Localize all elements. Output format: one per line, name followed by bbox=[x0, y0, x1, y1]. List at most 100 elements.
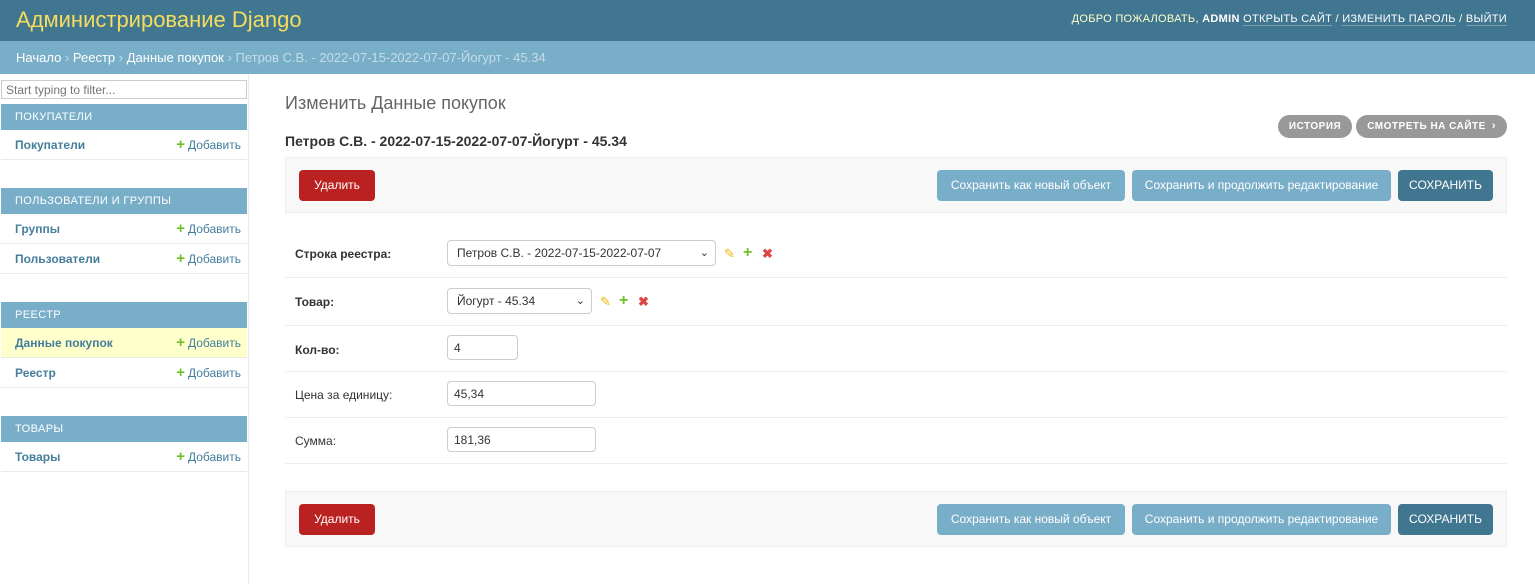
add-icon: + bbox=[176, 334, 185, 351]
total-label: Сумма: bbox=[295, 434, 337, 448]
model-link[interactable]: Группы bbox=[15, 222, 60, 236]
add-label: Добавить bbox=[187, 138, 241, 152]
add-link[interactable]: + Добавить bbox=[176, 136, 241, 153]
edit-related-icon[interactable]: ✎ bbox=[600, 294, 611, 310]
breadcrumb: Начало › Реестр › Данные покупок › Петро… bbox=[0, 41, 1535, 74]
registry-row-select[interactable]: Петров С.В. - 2022-07-15-2022-07-07 ⌄ bbox=[447, 240, 716, 266]
sidebar-item-purchase-data: Данные покупок + Добавить bbox=[1, 328, 247, 358]
quantity-label: Кол-во: bbox=[295, 343, 340, 357]
sidebar: Покупатели Покупатели +Добавить Пользова… bbox=[0, 74, 249, 584]
product-value: Йогурт - 45.34 bbox=[457, 294, 536, 308]
add-related-icon[interactable]: + bbox=[743, 244, 752, 262]
submit-row-top: Удалить Сохранить как новый объект Сохра… bbox=[285, 157, 1507, 213]
save-and-continue-button[interactable]: Сохранить и продолжить редактирование bbox=[1132, 504, 1391, 535]
history-button[interactable]: История bbox=[1277, 115, 1353, 138]
submit-row-bottom: Удалить Сохранить как новый объект Сохра… bbox=[285, 491, 1507, 547]
form-row-registry: Строка реестра: Петров С.В. - 2022-07-15… bbox=[285, 230, 1507, 278]
add-link[interactable]: + Добавить bbox=[176, 334, 241, 351]
module-caption[interactable]: Пользователи и группы bbox=[1, 188, 247, 214]
save-as-new-button[interactable]: Сохранить как новый объект bbox=[937, 504, 1125, 535]
chevron-right-icon: › bbox=[1491, 120, 1496, 132]
unit-price-input[interactable]: 45,34 bbox=[447, 381, 596, 406]
breadcrumb-home[interactable]: Начало bbox=[16, 50, 61, 65]
add-label: Добавить bbox=[187, 252, 241, 266]
separator: / bbox=[1459, 13, 1463, 25]
add-related-icon[interactable]: + bbox=[619, 292, 628, 310]
sidebar-item-registry: Реестр + Добавить bbox=[1, 358, 247, 388]
username: admin bbox=[1202, 13, 1240, 25]
save-as-new-button[interactable]: Сохранить как новый объект bbox=[937, 170, 1125, 201]
chevron-down-icon: ⌄ bbox=[699, 247, 709, 259]
delete-related-icon[interactable]: ✖ bbox=[638, 294, 649, 310]
logout-link[interactable]: Выйти bbox=[1465, 13, 1507, 26]
add-label: Добавить bbox=[187, 450, 241, 464]
add-icon: + bbox=[176, 220, 185, 237]
breadcrumb-separator: › bbox=[118, 50, 124, 65]
add-icon: + bbox=[176, 136, 185, 153]
sidebar-item-products: Товары + Добавить bbox=[1, 442, 247, 472]
module-caption[interactable]: Покупатели bbox=[1, 104, 247, 130]
view-on-site-label: Смотреть на сайте bbox=[1367, 121, 1486, 132]
user-tools: Добро пожаловать, admin Открыть сайт / И… bbox=[1071, 13, 1507, 26]
add-label: Добавить bbox=[187, 336, 241, 350]
module-buyers: Покупатели Покупатели + Добавить bbox=[1, 104, 247, 160]
module-registry: Реестр Данные покупок + Добавить Реестр +… bbox=[1, 302, 247, 388]
module-products: Товары Товары + Добавить bbox=[1, 416, 247, 472]
delete-button[interactable]: Удалить bbox=[299, 170, 375, 201]
breadcrumb-app[interactable]: Реестр bbox=[73, 50, 115, 65]
model-link[interactable]: Товары bbox=[15, 450, 60, 464]
form-row-product: Товар: Йогурт - 45.34 ⌄ ✎ + ✖ bbox=[285, 278, 1507, 326]
object-title: Петров С.В. - 2022-07-15-2022-07-07-Йогу… bbox=[285, 133, 627, 149]
registry-row-value: Петров С.В. - 2022-07-15-2022-07-07 bbox=[457, 246, 662, 260]
add-icon: + bbox=[176, 364, 185, 381]
breadcrumb-current: Петров С.В. - 2022-07-15-2022-07-07-Йогу… bbox=[235, 50, 546, 65]
save-button[interactable]: Сохранить bbox=[1398, 170, 1493, 201]
model-link[interactable]: Пользователи bbox=[15, 252, 100, 266]
add-link[interactable]: + Добавить bbox=[176, 448, 241, 465]
form-row-quantity: Кол-во: 4 bbox=[285, 326, 1507, 372]
delete-related-icon[interactable]: ✖ bbox=[762, 246, 773, 262]
total-input[interactable]: 181,36 bbox=[447, 427, 596, 452]
quantity-input[interactable]: 4 bbox=[447, 335, 518, 360]
view-site-link[interactable]: Открыть сайт bbox=[1243, 13, 1333, 26]
product-select[interactable]: Йогурт - 45.34 ⌄ bbox=[447, 288, 592, 314]
unit-price-label: Цена за единицу: bbox=[295, 388, 393, 402]
model-link[interactable]: Покупатели bbox=[15, 138, 85, 152]
sidebar-item-groups: Группы + Добавить bbox=[1, 214, 247, 244]
object-tools: История Смотреть на сайте › bbox=[1274, 115, 1507, 138]
add-icon: + bbox=[176, 250, 185, 267]
delete-button[interactable]: Удалить bbox=[299, 504, 375, 535]
breadcrumb-model[interactable]: Данные покупок bbox=[127, 50, 224, 65]
sidebar-item-buyers: Покупатели + Добавить bbox=[1, 130, 247, 160]
add-link[interactable]: + Добавить bbox=[176, 250, 241, 267]
change-password-link[interactable]: Изменить пароль bbox=[1342, 13, 1456, 26]
module-auth: Пользователи и группы Группы + Добавить П… bbox=[1, 188, 247, 274]
edit-related-icon[interactable]: ✎ bbox=[724, 246, 735, 262]
add-label: Добавить bbox=[187, 366, 241, 380]
add-label: Добавить bbox=[187, 222, 241, 236]
welcome-text: Добро пожаловать, bbox=[1071, 13, 1199, 25]
view-on-site-button[interactable]: Смотреть на сайте › bbox=[1356, 115, 1507, 138]
add-icon: + bbox=[176, 448, 185, 465]
model-link[interactable]: Реестр bbox=[15, 366, 56, 380]
sidebar-item-users: Пользователи + Добавить bbox=[1, 244, 247, 274]
product-label: Товар: bbox=[295, 295, 335, 309]
chevron-down-icon: ⌄ bbox=[575, 295, 585, 307]
model-link[interactable]: Данные покупок bbox=[15, 336, 113, 350]
form-row-total: Сумма: 181,36 bbox=[285, 418, 1507, 464]
history-label: История bbox=[1288, 121, 1342, 132]
module-caption[interactable]: Реестр bbox=[1, 302, 247, 328]
save-button[interactable]: Сохранить bbox=[1398, 504, 1493, 535]
breadcrumb-separator: › bbox=[227, 50, 232, 65]
nav-filter-input[interactable] bbox=[1, 80, 247, 99]
module-caption[interactable]: Товары bbox=[1, 416, 247, 442]
separator: / bbox=[1335, 13, 1339, 25]
breadcrumb-separator: › bbox=[64, 50, 70, 65]
registry-row-label: Строка реестра: bbox=[295, 247, 392, 261]
header: Администрирование Django Добро пожаловат… bbox=[0, 0, 1535, 41]
page-title: Изменить Данные покупок bbox=[285, 93, 506, 113]
site-branding[interactable]: Администрирование Django bbox=[16, 7, 302, 33]
add-link[interactable]: + Добавить bbox=[176, 364, 241, 381]
save-and-continue-button[interactable]: Сохранить и продолжить редактирование bbox=[1132, 170, 1391, 201]
add-link[interactable]: + Добавить bbox=[176, 220, 241, 237]
